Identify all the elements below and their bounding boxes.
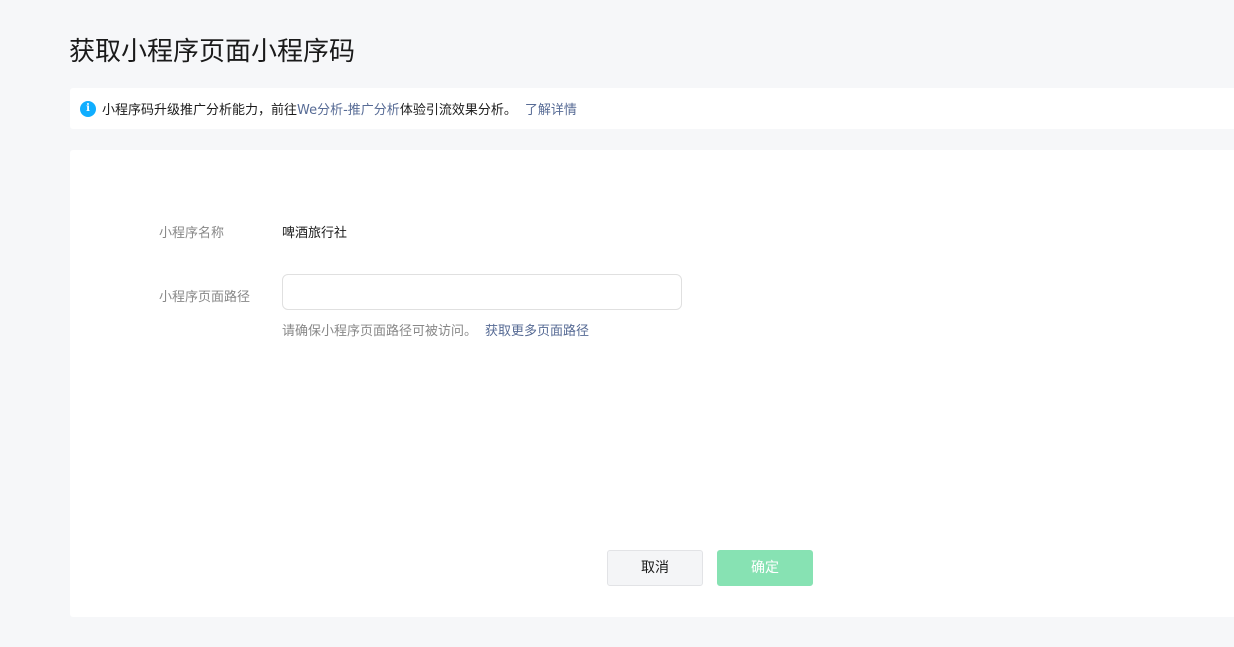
page-path-input[interactable] <box>282 274 682 310</box>
miniprogram-name-value: 啤酒旅行社 <box>282 226 348 241</box>
info-icon: i <box>80 100 96 117</box>
page-path-label: 小程序页面路径 <box>159 290 251 305</box>
learn-more-link[interactable]: 了解详情 <box>525 99 577 118</box>
info-notice-bar: i 小程序码升级推广分析能力，前往 We分析-推广分析 体验引流效果分析。 了解… <box>70 88 1234 129</box>
notice-text-after: 体验引流效果分析。 <box>399 103 517 118</box>
confirm-button[interactable]: 确定 <box>717 550 813 586</box>
page-title: 获取小程序页面小程序码 <box>69 37 356 67</box>
notice-text-before: 小程序码升级推广分析能力，前往 <box>102 103 298 118</box>
more-page-paths-link[interactable]: 获取更多页面路径 <box>485 324 589 339</box>
form-panel: 小程序名称 啤酒旅行社 小程序页面路径 请确保小程序页面路径可被访问。 获取更多页… <box>70 150 1234 617</box>
miniprogram-name-label: 小程序名称 <box>159 226 225 241</box>
cancel-button[interactable]: 取消 <box>607 550 703 586</box>
page-path-hint-text: 请确保小程序页面路径可被访问。 <box>282 324 478 339</box>
we-analysis-link[interactable]: We分析-推广分析 <box>297 99 400 118</box>
page-path-hint: 请确保小程序页面路径可被访问。 获取更多页面路径 <box>282 320 589 339</box>
